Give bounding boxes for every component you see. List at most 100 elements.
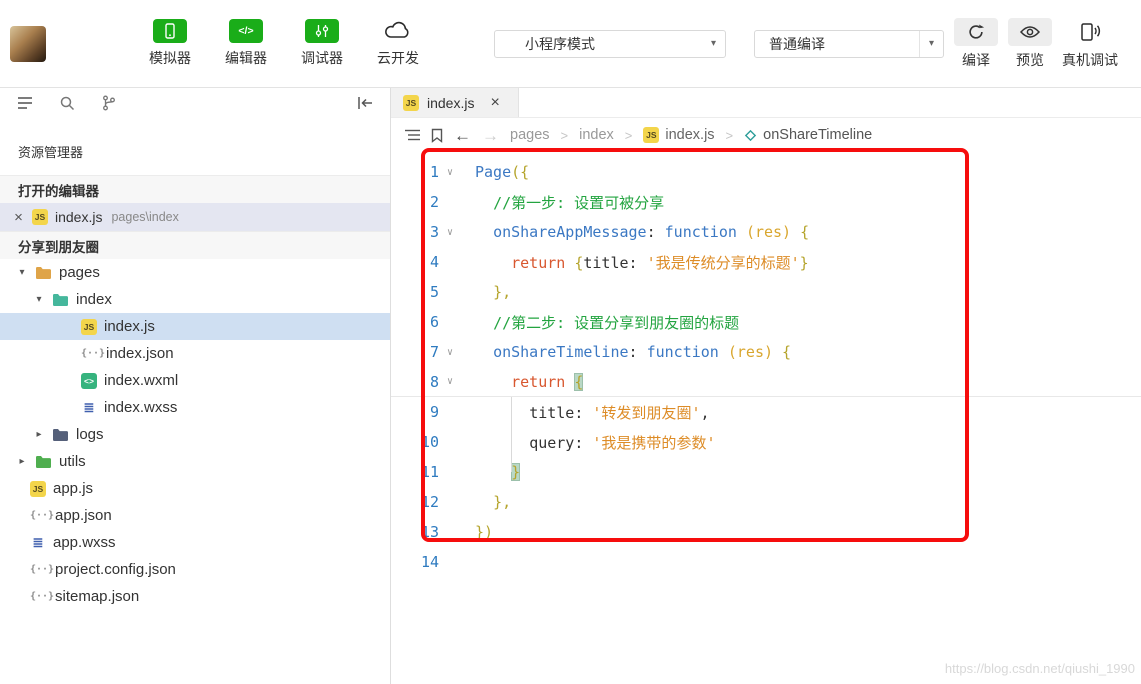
tree-item-index.wxml[interactable]: <> index.wxml xyxy=(0,367,390,394)
code-text: }, xyxy=(493,493,512,511)
breadcrumb-index[interactable]: index xyxy=(579,127,614,143)
nav-back-icon[interactable]: ← xyxy=(454,127,471,144)
simulator-button[interactable]: 模拟器 xyxy=(132,19,208,68)
tree-item-index[interactable]: ▾ index xyxy=(0,286,390,313)
tree-item-index.json[interactable]: {··} index.json xyxy=(0,340,390,367)
chevron-right-icon[interactable]: ▸ xyxy=(16,456,28,467)
line-number: 2 xyxy=(429,193,439,211)
editor-icon: </> xyxy=(229,19,263,43)
line-number: 10 xyxy=(420,433,439,451)
breadcrumb-file[interactable]: JS index.js xyxy=(643,127,715,143)
debugger-button[interactable]: 调试器 xyxy=(284,19,360,68)
chevron-right-icon[interactable]: ▸ xyxy=(33,429,45,440)
tree-item-app.wxss[interactable]: ≣ app.wxss xyxy=(0,529,390,556)
remote-debug-label: 真机调试 xyxy=(1062,51,1118,68)
nav-forward-icon[interactable]: → xyxy=(482,127,499,144)
user-avatar[interactable] xyxy=(10,25,46,62)
close-icon[interactable]: × xyxy=(490,94,499,111)
tree-item-label: project.config.json xyxy=(55,561,176,578)
breadcrumb: ← → pages index JS index.js onShareTimel… xyxy=(391,118,1141,152)
code-line-11[interactable]: 11 } xyxy=(391,457,1141,487)
bookmark-icon[interactable] xyxy=(431,128,443,143)
mode-select-value: 小程序模式 xyxy=(525,35,595,52)
open-editor-item-index-js[interactable]: × JS index.js pages\index xyxy=(0,203,390,231)
mode-select[interactable]: 小程序模式 ▾ xyxy=(494,29,726,58)
remote-debug-button[interactable]: 真机调试 xyxy=(1062,18,1118,70)
code-line-2[interactable]: 2 //第一步: 设置可被分享 xyxy=(391,187,1141,217)
fold-chevron-icon[interactable]: ∨ xyxy=(439,227,461,238)
editor-button[interactable]: </> 编辑器 xyxy=(208,19,284,68)
wechat-devtools-window: 模拟器 </> 编辑器 调试器 云开发 小程序模式 ▾ 普通编译 ▾ 编译 预览… xyxy=(0,0,1141,684)
json-file-icon: {··} xyxy=(81,348,106,359)
tree-item-utils[interactable]: ▸ utils xyxy=(0,448,390,475)
fold-chevron-icon[interactable]: ∨ xyxy=(439,347,461,358)
outline-icon[interactable] xyxy=(405,129,420,141)
line-number: 14 xyxy=(420,553,439,571)
js-file-icon: JS xyxy=(643,127,660,143)
tree-item-label: index.js xyxy=(104,318,155,335)
cloud-dev-button[interactable]: 云开发 xyxy=(360,19,436,68)
open-editors-header[interactable]: 打开的编辑器 xyxy=(0,175,390,203)
search-icon[interactable] xyxy=(58,94,76,112)
code-text: //第一步: 设置可被分享 xyxy=(493,193,665,212)
chevron-down-icon[interactable]: ▾ xyxy=(16,267,28,278)
tree-item-index.wxss[interactable]: ≣ index.wxss xyxy=(0,394,390,421)
fold-chevron-icon[interactable]: ∨ xyxy=(439,376,461,387)
code-line-4[interactable]: 4 return {title: '我是传统分享的标题'} xyxy=(391,247,1141,277)
close-icon[interactable]: × xyxy=(12,210,25,225)
code-line-14[interactable]: 14 xyxy=(391,547,1141,577)
cloud-icon xyxy=(381,19,415,43)
code-line-6[interactable]: 6 //第二步: 设置分享到朋友圈的标题 xyxy=(391,307,1141,337)
tree-item-app.json[interactable]: {··} app.json xyxy=(0,502,390,529)
line-number: 9 xyxy=(429,403,439,421)
code-text: onShareTimeline: function (res) { xyxy=(493,343,792,361)
breadcrumb-separator-icon xyxy=(561,128,569,143)
compile-button[interactable]: 编译 xyxy=(954,17,998,70)
folder-icon xyxy=(35,266,52,280)
code-text: }, xyxy=(493,283,512,301)
line-number: 11 xyxy=(420,463,439,481)
code-line-7[interactable]: 7 ∨ onShareTimeline: function (res) { xyxy=(391,337,1141,367)
code-line-9[interactable]: 9 title: '转发到朋友圈', xyxy=(391,397,1141,427)
collapse-sidebar-icon[interactable] xyxy=(356,94,374,112)
code-line-5[interactable]: 5 }, xyxy=(391,277,1141,307)
code-text: return { xyxy=(511,372,584,391)
line-number: 1 xyxy=(429,163,439,181)
tree-item-logs[interactable]: ▸ logs xyxy=(0,421,390,448)
line-number: 12 xyxy=(420,493,439,511)
tree-item-sitemap.json[interactable]: {··} sitemap.json xyxy=(0,583,390,610)
tree-item-pages[interactable]: ▾ pages xyxy=(0,259,390,286)
editor-label: 编辑器 xyxy=(225,50,267,66)
line-number: 8 xyxy=(429,372,439,391)
project-header[interactable]: 分享到朋友圈 xyxy=(0,231,390,259)
code-line-8[interactable]: 8 ∨ return { xyxy=(391,367,1141,397)
cloud-dev-label: 云开发 xyxy=(377,50,419,66)
debugger-icon xyxy=(305,19,339,43)
top-toolbar: 模拟器 </> 编辑器 调试器 云开发 小程序模式 ▾ 普通编译 ▾ 编译 预览… xyxy=(0,0,1141,88)
git-branch-icon[interactable] xyxy=(100,94,118,112)
tree-item-project.config.json[interactable]: {··} project.config.json xyxy=(0,556,390,583)
code-text: Page({ xyxy=(475,163,530,181)
breadcrumb-pages[interactable]: pages xyxy=(510,127,550,143)
breadcrumb-symbol[interactable]: onShareTimeline xyxy=(744,127,872,143)
preview-button[interactable]: 预览 xyxy=(1008,17,1052,70)
folder-icon xyxy=(52,293,69,307)
fold-chevron-icon[interactable]: ∨ xyxy=(439,167,461,178)
breadcrumb-separator-icon xyxy=(726,128,734,143)
compile-mode-select[interactable]: 普通编译 ▾ xyxy=(754,29,944,58)
code-text: //第二步: 设置分享到朋友圈的标题 xyxy=(493,313,740,332)
code-line-13[interactable]: 13}) xyxy=(391,517,1141,547)
line-number: 13 xyxy=(420,523,439,541)
code-line-1[interactable]: 1 ∨ Page({ xyxy=(391,157,1141,187)
code-editor[interactable]: 1 ∨ Page({2 //第一步: 设置可被分享 3 ∨ onShareAppMess… xyxy=(391,152,1141,577)
code-line-10[interactable]: 10 query: '我是携带的参数' xyxy=(391,427,1141,457)
file-list-icon[interactable] xyxy=(16,94,34,112)
code-line-12[interactable]: 12 }, xyxy=(391,487,1141,517)
open-editor-file-name: index.js xyxy=(55,209,103,225)
chevron-down-icon[interactable]: ▾ xyxy=(33,294,45,305)
tree-item-app.js[interactable]: JS app.js xyxy=(0,475,390,502)
code-line-3[interactable]: 3 ∨ onShareAppMessage: function (res) { xyxy=(391,217,1141,247)
tree-item-index.js[interactable]: JS index.js xyxy=(0,313,390,340)
tab-index-js[interactable]: JS index.js × xyxy=(391,88,519,117)
tab-label: index.js xyxy=(427,94,475,111)
